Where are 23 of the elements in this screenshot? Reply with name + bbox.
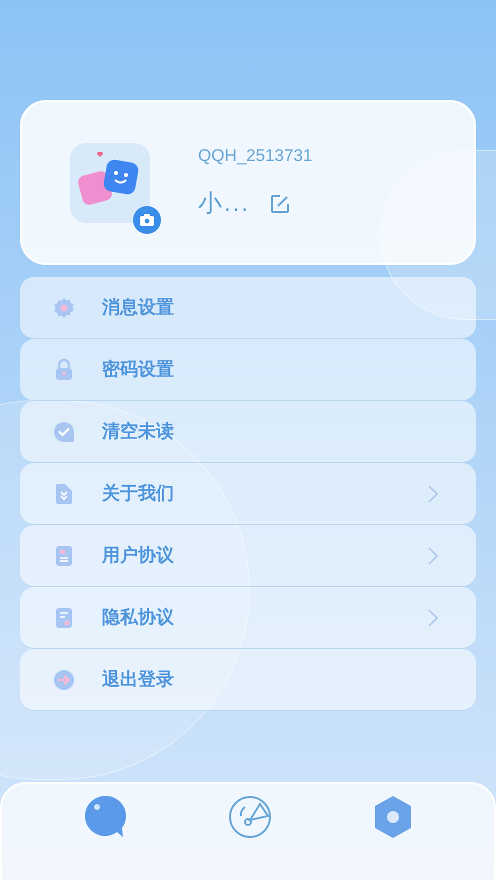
menu-label: 退出登录 <box>102 668 175 691</box>
menu-label: 消息设置 <box>102 296 175 319</box>
menu-item[interactable]: 关于我们 <box>20 463 476 525</box>
menu-label: 关于我们 <box>102 482 175 505</box>
menu-label: 隐私协议 <box>102 606 175 629</box>
menu-item[interactable]: 用户协议 <box>20 525 476 587</box>
menu-label: 密码设置 <box>102 358 175 381</box>
menu-item[interactable]: 退出登录 <box>20 649 476 711</box>
user-id: QQH_2513731 <box>198 144 312 167</box>
camera-button[interactable] <box>133 206 161 234</box>
radar-icon[interactable] <box>226 794 273 840</box>
check-bubble-icon <box>52 420 76 444</box>
menu-label: 用户协议 <box>102 544 175 567</box>
camera-icon <box>140 214 154 226</box>
menu-item[interactable]: 密码设置 <box>20 339 476 401</box>
gear-icon <box>52 296 76 320</box>
menu-label: 清空未读 <box>102 420 175 443</box>
menu-item[interactable]: 消息设置 <box>20 277 476 339</box>
menu-item[interactable]: 清空未读 <box>20 401 476 463</box>
menu-item[interactable]: 隐私协议 <box>20 587 476 649</box>
nickname: 小... <box>198 189 250 220</box>
edit-icon[interactable] <box>270 194 290 214</box>
arrow-circle-icon <box>52 668 76 692</box>
